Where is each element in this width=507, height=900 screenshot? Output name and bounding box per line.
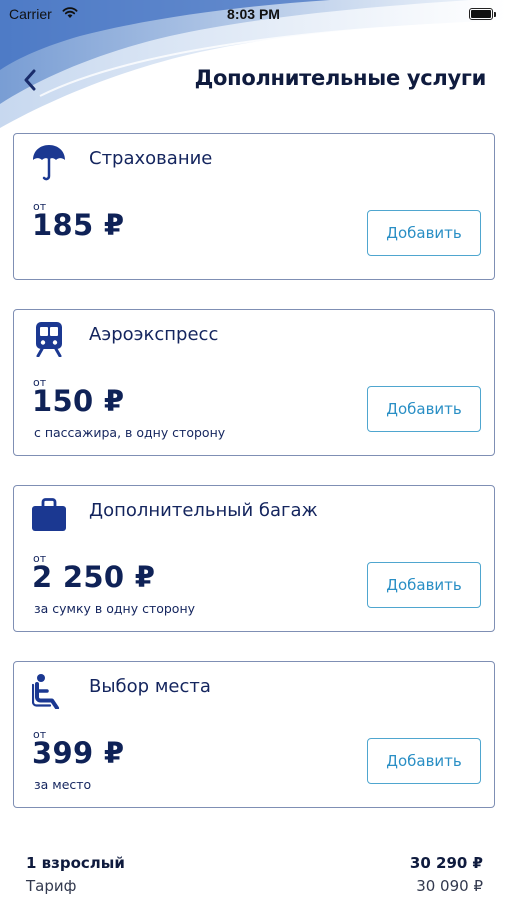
service-price: 150 ₽ [32, 384, 125, 418]
add-seat-button[interactable]: Добавить [367, 738, 481, 784]
service-card-insurance: Страхование от 185 ₽ Добавить [13, 133, 495, 280]
status-bar: Carrier 8:03 PM [0, 0, 507, 30]
chevron-left-icon [24, 69, 36, 91]
price-summary: 1 взрослый 30 290 ₽ Тариф 30 090 ₽ [26, 854, 483, 900]
service-card-baggage: Дополнительный багаж от 2 250 ₽ за сумку… [13, 485, 495, 632]
service-card-aeroexpress: Аэроэкспресс от 150 ₽ с пассажира, в одн… [13, 309, 495, 456]
summary-row-passengers: 1 взрослый 30 290 ₽ [26, 854, 483, 877]
seat-icon [30, 672, 68, 710]
clock: 8:03 PM [227, 6, 280, 22]
price-note: за сумку в одну сторону [34, 601, 196, 616]
add-aeroexpress-button[interactable]: Добавить [367, 386, 481, 432]
service-price: 185 ₽ [32, 208, 125, 242]
add-baggage-button[interactable]: Добавить [367, 562, 481, 608]
service-price: 2 250 ₽ [32, 560, 156, 594]
service-title: Страхование [89, 148, 213, 169]
passengers-total: 30 290 ₽ [409, 854, 483, 872]
service-title: Выбор места [89, 676, 211, 697]
suitcase-icon [30, 496, 68, 534]
train-icon [30, 320, 68, 358]
fare-value: 30 090 ₽ [416, 877, 483, 895]
service-title: Аэроэкспресс [89, 324, 219, 345]
fare-label: Тариф [26, 877, 77, 895]
price-note: с пассажира, в одну сторону [34, 425, 226, 440]
price-note: за место [34, 777, 92, 792]
umbrella-icon [30, 144, 68, 182]
battery-icon [469, 8, 496, 20]
service-price: 399 ₽ [32, 736, 125, 770]
service-title: Дополнительный багаж [89, 500, 318, 521]
passengers-label: 1 взрослый [26, 854, 125, 872]
service-card-seat: Выбор места от 399 ₽ за место Добавить [13, 661, 495, 808]
add-insurance-button[interactable]: Добавить [367, 210, 481, 256]
page-title: Дополнительные услуги [194, 66, 487, 90]
back-button[interactable] [16, 64, 44, 96]
summary-row-fare: Тариф 30 090 ₽ [26, 877, 483, 900]
